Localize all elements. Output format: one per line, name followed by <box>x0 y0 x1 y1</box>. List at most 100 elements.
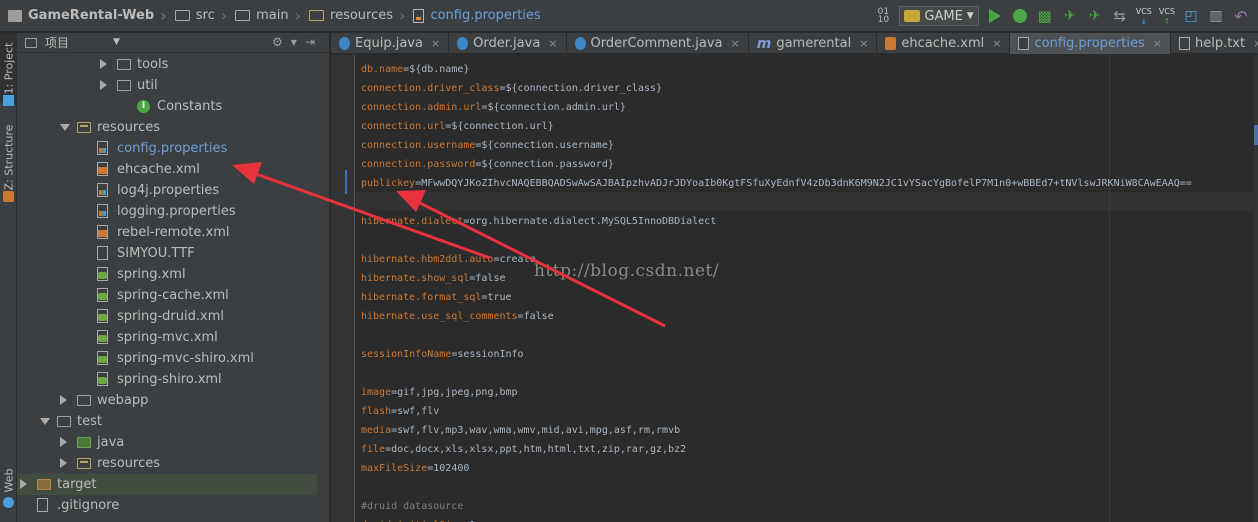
editor-scroll-thumb[interactable] <box>1254 125 1258 145</box>
tree-item-logging-properties[interactable]: logging.properties <box>17 201 317 222</box>
expand-right-icon[interactable] <box>60 458 67 468</box>
breadcrumb-separator: › <box>220 6 228 25</box>
tree-item-java[interactable]: java <box>17 432 317 453</box>
editor-scrollbar[interactable] <box>1254 55 1258 522</box>
sort-icon[interactable]: 01 10 <box>874 7 892 25</box>
tab-ehcache-xml[interactable]: ehcache.xml × <box>877 33 1011 54</box>
sync-button[interactable]: ⇆ <box>1111 7 1129 25</box>
expand-right-icon[interactable] <box>60 437 67 447</box>
tab-equip-java[interactable]: Equip.java × <box>331 33 450 54</box>
vcs-update-label: VCS <box>1135 6 1152 16</box>
chevron-down-icon[interactable]: ▼ <box>113 37 120 47</box>
properties-file-icon <box>97 204 108 218</box>
expand-down-icon[interactable] <box>40 418 50 425</box>
editor-gutter <box>331 55 355 522</box>
property-value: =${connection.password} <box>475 159 614 170</box>
close-icon[interactable]: × <box>548 37 557 50</box>
tab-ordercomment-java[interactable]: OrderComment.java × <box>567 33 749 54</box>
tree-item-util[interactable]: util <box>17 75 317 96</box>
tree-item-config-properties[interactable]: config.properties <box>17 138 317 159</box>
tab-help-txt[interactable]: help.txt × <box>1171 33 1258 54</box>
tree-item-webapp[interactable]: webapp <box>17 390 317 411</box>
properties-file-icon <box>97 183 108 197</box>
breadcrumb-main[interactable]: main › <box>231 0 305 32</box>
tree-item-label: SIMYOU.TTF <box>117 246 195 261</box>
code-line: sessionInfoName=sessionInfo <box>361 345 1192 364</box>
run-config-selector[interactable]: GAME ▼ <box>899 6 979 26</box>
property-value: =doc,docx,xls,xlsx,ppt,htm,html,txt,zip,… <box>385 444 687 455</box>
undo-icon: ↶ <box>1234 6 1248 26</box>
tree-item-ehcache-xml[interactable]: ehcache.xml <box>17 159 317 180</box>
tree-item-spring-shiro-xml[interactable]: spring-shiro.xml <box>17 369 317 390</box>
jrebel-run-button[interactable]: ✈ <box>1061 7 1079 25</box>
breadcrumb-project[interactable]: GameRental-Web › <box>4 0 171 32</box>
tree-item-label: tools <box>137 57 169 72</box>
revert-button[interactable]: ↶ <box>1232 6 1250 26</box>
tree-item-spring-mvc-xml[interactable]: spring-mvc.xml <box>17 327 317 348</box>
hide-panel-icon[interactable]: ⇥ <box>305 35 315 49</box>
tree-item-spring-xml[interactable]: spring.xml <box>17 264 317 285</box>
tree-item-simyou-ttf[interactable]: SIMYOU.TTF <box>17 243 317 264</box>
breadcrumb-resources[interactable]: resources › <box>305 0 409 32</box>
tab-config-properties[interactable]: config.properties × <box>1010 33 1171 54</box>
property-key: flash <box>361 406 392 417</box>
vcs-update-button[interactable]: VCS ↓ <box>1135 6 1152 25</box>
expand-down-icon[interactable] <box>60 124 70 131</box>
structure-tool-tab[interactable]: Z: Structure <box>0 117 17 197</box>
chevron-down-icon[interactable]: ▼ <box>291 38 297 49</box>
spring-xml-icon <box>97 267 108 281</box>
code-editor[interactable]: db.name=${db.name} connection.driver_clas… <box>331 55 1258 522</box>
code-line: media=swf,flv,mp3,wav,wma,wmv,mid,avi,mp… <box>361 421 1192 440</box>
code-line: connection.url=${connection.url} <box>361 117 1192 136</box>
project-tool-tab[interactable]: 1: Project <box>0 33 17 103</box>
property-key: hibernate.hbm2ddl.auto <box>361 254 494 265</box>
breadcrumb-file[interactable]: config.properties <box>409 0 544 32</box>
tab-gamerental[interactable]: m gamerental × <box>749 33 878 54</box>
tree-item-resources[interactable]: resources <box>17 453 317 474</box>
property-key: db.name <box>361 64 404 75</box>
property-key: publickey <box>361 178 416 189</box>
tree-item-rebel-remote-xml[interactable]: rebel-remote.xml <box>17 222 317 243</box>
vcs-commit-button[interactable]: VCS ↑ <box>1159 7 1175 25</box>
compare-button[interactable]: ▥ <box>1207 7 1225 25</box>
tree-item-spring-mvc-shiro-xml[interactable]: spring-mvc-shiro.xml <box>17 348 317 369</box>
tree-item-test[interactable]: test <box>17 411 317 432</box>
breadcrumb-file-label: config.properties <box>430 8 541 23</box>
coverage-button[interactable]: ▩ <box>1036 7 1054 25</box>
property-key: maxFileSize <box>361 463 428 474</box>
tree-item-tools[interactable]: tools <box>17 54 317 75</box>
settings-gear-icon[interactable]: ⚙ <box>272 35 283 49</box>
expand-right-icon[interactable] <box>20 479 27 489</box>
run-button[interactable] <box>986 7 1004 25</box>
property-key: media <box>361 425 392 436</box>
project-tree[interactable]: tools util I Constants resources config.prope… <box>17 54 317 516</box>
close-icon[interactable]: × <box>1253 37 1258 50</box>
property-key: hibernate.format_sql <box>361 292 482 303</box>
breadcrumb-src[interactable]: src › <box>171 0 231 32</box>
tree-item-target[interactable]: target <box>17 474 317 495</box>
project-view-selector[interactable]: 项目 <box>45 34 69 51</box>
tree-item-spring-druid-xml[interactable]: spring-druid.xml <box>17 306 317 327</box>
expand-right-icon[interactable] <box>100 80 107 90</box>
spring-xml-icon <box>97 330 108 344</box>
history-button[interactable]: ◰ <box>1182 7 1200 25</box>
jrebel-debug-button[interactable]: ✈ <box>1086 7 1104 25</box>
tree-item-log4j-properties[interactable]: log4j.properties <box>17 180 317 201</box>
tree-item-constants[interactable]: I Constants <box>17 96 317 117</box>
tree-item-spring-cache-xml[interactable]: spring-cache.xml <box>17 285 317 306</box>
tree-item-label: config.properties <box>117 141 228 156</box>
close-icon[interactable]: × <box>859 37 868 50</box>
tree-item-resources[interactable]: resources <box>17 117 317 138</box>
expand-right-icon[interactable] <box>100 59 107 69</box>
expand-right-icon[interactable] <box>60 395 67 405</box>
navigation-bar: GameRental-Web › src › main › resources … <box>0 0 1258 32</box>
close-icon[interactable]: × <box>731 37 740 50</box>
tree-item-gitignore[interactable]: .gitignore <box>17 495 317 516</box>
close-icon[interactable]: × <box>1153 37 1162 50</box>
debug-button[interactable] <box>1011 7 1029 25</box>
close-icon[interactable]: × <box>992 37 1001 50</box>
tab-order-java[interactable]: Order.java × <box>449 33 567 54</box>
close-icon[interactable]: × <box>431 37 440 50</box>
code-content[interactable]: db.name=${db.name} connection.driver_clas… <box>361 60 1192 522</box>
folder-icon <box>174 10 190 21</box>
